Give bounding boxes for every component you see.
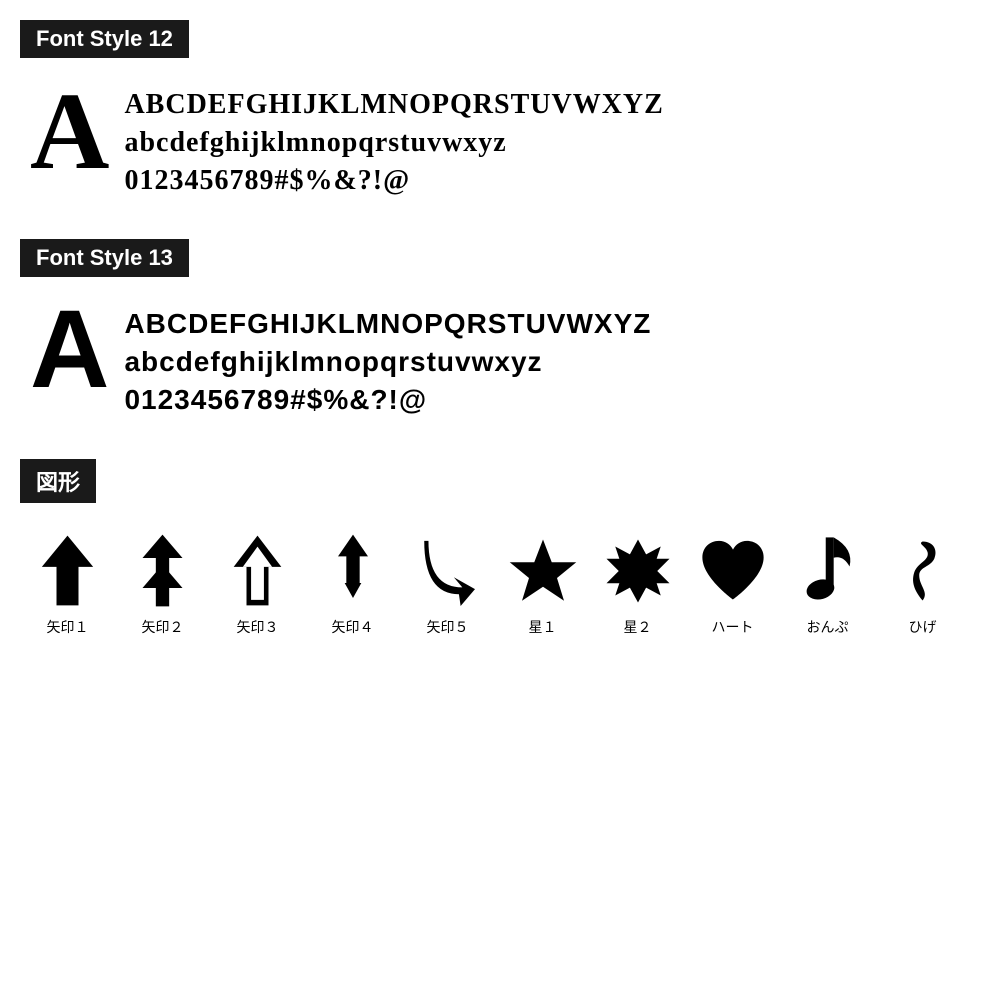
shapes-section: 図形 矢印１ 矢印２: [20, 459, 980, 637]
heart-icon: [698, 531, 768, 611]
hoshi2-label: 星２: [624, 617, 652, 637]
shape-yajirushi2: 矢印２: [115, 531, 210, 637]
font-12-line-3: 0123456789#$%&?!@: [124, 162, 663, 200]
font-13-big-letter: A: [30, 295, 109, 405]
shape-hoshi1: 星１: [495, 531, 590, 637]
yajirushi4-icon: [318, 531, 388, 611]
yajirushi2-icon: [128, 531, 198, 611]
yajirushi5-label: 矢印５: [427, 617, 469, 637]
shape-hige: ひげ: [875, 531, 970, 637]
yajirushi1-label: 矢印１: [47, 617, 89, 637]
onpu-icon: [793, 531, 863, 611]
font-style-13-preview: A ABCDEFGHIJKLMNOPQRSTUVWXYZ abcdefghijk…: [20, 295, 980, 418]
shape-yajirushi3: 矢印３: [210, 531, 305, 637]
shapes-grid: 矢印１ 矢印２: [20, 521, 980, 637]
shapes-label: 図形: [20, 459, 96, 503]
shape-hoshi2: 星２: [590, 531, 685, 637]
yajirushi2-label: 矢印２: [142, 617, 184, 637]
page: Font Style 12 A ABCDEFGHIJKLMNOPQRSTUVWX…: [0, 0, 1000, 657]
shape-yajirushi4: 矢印４: [305, 531, 400, 637]
font-12-line-2: abcdefghijklmnopqrstuvwxyz: [124, 124, 663, 162]
hige-label: ひげ: [909, 617, 937, 637]
yajirushi4-label: 矢印４: [332, 617, 374, 637]
font-12-line-1: ABCDEFGHIJKLMNOPQRSTUVWXYZ: [124, 86, 663, 124]
shape-yajirushi1: 矢印１: [20, 531, 115, 637]
hoshi1-icon: [508, 531, 578, 611]
font-style-12-preview: A ABCDEFGHIJKLMNOPQRSTUVWXYZ abcdefghijk…: [20, 76, 980, 199]
hoshi2-icon: [603, 531, 673, 611]
font-style-13-label: Font Style 13: [20, 239, 189, 277]
font-13-line-3: 0123456789#$%&?!@: [124, 381, 651, 419]
heart-label: ハート: [712, 617, 754, 637]
font-style-13-section: Font Style 13 A ABCDEFGHIJKLMNOPQRSTUVWX…: [20, 239, 980, 418]
onpu-label: おんぷ: [807, 617, 849, 637]
font-13-line-2: abcdefghijklmnopqrstuvwxyz: [124, 343, 651, 381]
yajirushi3-icon: [223, 531, 293, 611]
font-style-12-section: Font Style 12 A ABCDEFGHIJKLMNOPQRSTUVWX…: [20, 20, 980, 199]
font-13-line-1: ABCDEFGHIJKLMNOPQRSTUVWXYZ: [124, 305, 651, 343]
shape-heart: ハート: [685, 531, 780, 637]
font-13-char-lines: ABCDEFGHIJKLMNOPQRSTUVWXYZ abcdefghijklm…: [124, 295, 651, 418]
yajirushi3-label: 矢印３: [237, 617, 279, 637]
yajirushi5-icon: [413, 531, 483, 611]
font-12-big-letter: A: [30, 76, 109, 186]
font-12-char-lines: ABCDEFGHIJKLMNOPQRSTUVWXYZ abcdefghijklm…: [124, 76, 663, 199]
shape-yajirushi5: 矢印５: [400, 531, 495, 637]
shape-onpu: おんぷ: [780, 531, 875, 637]
yajirushi1-icon: [33, 531, 103, 611]
font-style-12-label: Font Style 12: [20, 20, 189, 58]
hige-icon: [888, 531, 958, 611]
hoshi1-label: 星１: [529, 617, 557, 637]
